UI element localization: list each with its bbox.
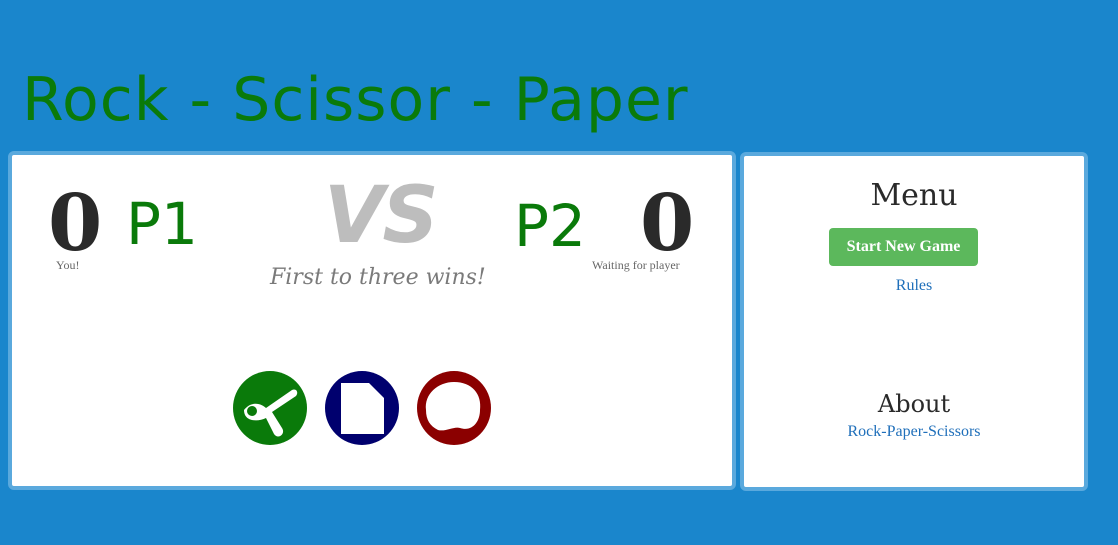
rules-link[interactable]: Rules: [744, 277, 1084, 295]
about-title: About: [877, 390, 951, 418]
game-subtitle: First to three wins!: [270, 265, 486, 290]
vs-label: VS: [324, 171, 439, 261]
player1-label: P1: [126, 190, 198, 258]
player1-status: You!: [56, 258, 80, 272]
page-title: Rock - Scissor - Paper: [22, 65, 689, 135]
player2-status: Waiting for player: [592, 258, 680, 272]
game-panel: 0 P1 You! VS First to three wins! P2 0 W…: [8, 151, 736, 490]
scissors-icon: [233, 371, 307, 445]
about-link[interactable]: Rock-Paper-Scissors: [744, 423, 1084, 441]
rock-icon: [417, 371, 491, 445]
paper-icon: [325, 371, 399, 445]
player2-label: P2: [514, 192, 586, 260]
scissors-choice-button[interactable]: [232, 370, 308, 446]
start-new-game-button[interactable]: Start New Game: [829, 228, 978, 266]
menu-panel: Menu Start New Game Rules About Rock-Pap…: [740, 152, 1088, 491]
player2-score: 0: [640, 178, 695, 269]
menu-title: Menu: [870, 178, 958, 213]
rock-choice-button[interactable]: [416, 370, 492, 446]
paper-choice-button[interactable]: [324, 370, 400, 446]
player1-score: 0: [48, 178, 103, 269]
